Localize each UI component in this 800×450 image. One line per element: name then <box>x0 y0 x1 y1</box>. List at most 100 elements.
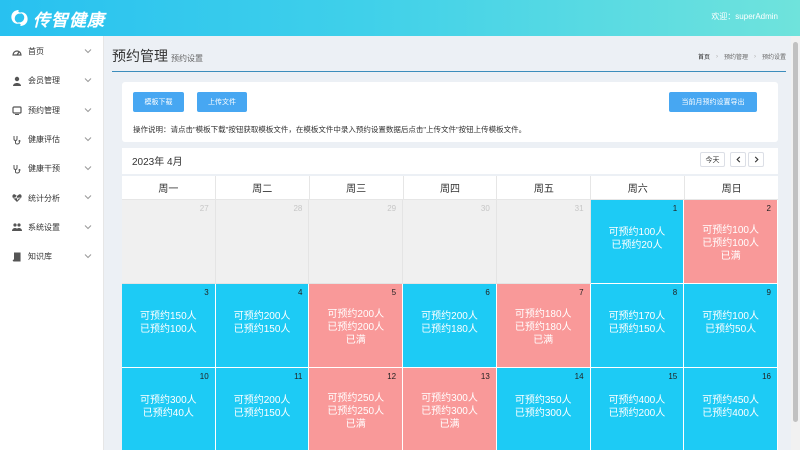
chevron-down-icon <box>84 78 92 83</box>
day-booking-info: 可预约200人 已预约150人 <box>216 394 309 420</box>
calendar-day-cell[interactable]: 11 可预约200人 已预约150人 <box>215 368 310 450</box>
sidebar-item-home[interactable]: 首页 <box>0 37 103 66</box>
booking-line: 可预约200人 <box>327 309 385 320</box>
page-title-text: 预约管理 <box>112 48 168 64</box>
booking-line: 已满 <box>345 419 366 430</box>
sidebar-item-members[interactable]: 会员管理 <box>0 66 103 95</box>
title-divider <box>112 71 786 72</box>
breadcrumb-appointments: 预约管理 <box>723 55 748 61</box>
booking-line: 已预约50人 <box>705 324 757 335</box>
today-button[interactable]: 今天 <box>700 152 725 167</box>
calendar-day-cell[interactable]: 29 <box>309 200 404 284</box>
sidebar-item-statistics[interactable]: 统计分析 <box>0 183 103 212</box>
logo-text: 传智健康 <box>33 10 105 31</box>
booking-line: 可预约350人 <box>514 395 572 406</box>
sidebar-item-knowledge-base[interactable]: 知识库 <box>0 242 103 271</box>
calendar-day-cell[interactable]: 14 可预约350人 已预约300人 <box>496 368 591 450</box>
upload-file-button[interactable]: 上传文件 <box>197 92 247 112</box>
day-number: 11 <box>294 372 303 381</box>
stethoscope-icon <box>13 164 21 174</box>
next-month-button[interactable] <box>748 152 764 167</box>
breadcrumb-home[interactable]: 首页 <box>698 52 710 61</box>
dashboard-icon <box>12 50 22 56</box>
page-scrollbar[interactable] <box>791 36 800 450</box>
booking-line: 已预约20人 <box>611 240 663 251</box>
calendar-day-cell[interactable]: 16 可预约450人 已预约400人 <box>684 368 778 450</box>
booking-line: 可预约450人 <box>702 395 759 406</box>
sidebar-item-label: 健康评估 <box>28 135 60 145</box>
calendar-day-cell[interactable]: 27 <box>122 200 216 284</box>
calendar-toolbar: 2023年 4月 今天 <box>122 148 778 174</box>
booking-line: 已预约200人 <box>608 408 666 419</box>
breadcrumb-current: 预约设置 <box>761 55 786 61</box>
calendar-day-cell[interactable]: 4 可预约200人 已预约150人 <box>215 284 310 368</box>
booking-line: 已预约100人 <box>702 238 759 249</box>
user-icon <box>13 76 21 86</box>
day-number: 4 <box>297 288 303 297</box>
booking-line: 可预约170人 <box>608 311 666 322</box>
day-booking-info: 可预约300人 已预约40人 <box>122 394 215 420</box>
calendar-day-cell[interactable]: 6 可预约200人 已预约180人 <box>403 284 497 368</box>
calendar-day-cell[interactable]: 15 可预约400人 已预约200人 <box>590 368 685 450</box>
prev-month-button[interactable] <box>730 152 746 167</box>
chevron-down-icon <box>84 137 92 142</box>
day-booking-info: 可预约180人 已预约180人 已满 <box>497 308 590 347</box>
calendar-day-cell[interactable]: 1 可预约100人 已预约20人 <box>590 200 685 284</box>
heartbeat-icon <box>12 194 22 203</box>
calendar-day-cell[interactable]: 31 <box>496 200 591 284</box>
calendar-day-cell[interactable]: 5 可预约200人 已预约200人 已满 <box>309 284 404 368</box>
calendar-day-cell[interactable]: 8 可预约170人 已预约150人 <box>590 284 685 368</box>
swirl-logo-icon <box>11 10 28 26</box>
day-booking-info: 可预约170人 已预约150人 <box>591 310 684 336</box>
breadcrumb-separator-icon: › <box>753 53 756 60</box>
day-booking-info: 可预约150人 已预约100人 <box>122 310 215 336</box>
weekday-label: 周六 <box>591 176 686 199</box>
calendar-day-cell[interactable]: 30 <box>403 200 497 284</box>
day-booking-info: 可预约100人 已预约100人 已满 <box>684 224 777 263</box>
day-number: 7 <box>579 288 584 297</box>
export-month-button[interactable]: 当前月预约设置导出 <box>669 92 757 112</box>
book-icon <box>12 252 21 262</box>
calendar-day-cell[interactable]: 10 可预约300人 已预约40人 <box>122 368 216 450</box>
template-download-button[interactable]: 模板下载 <box>133 92 184 112</box>
calendar-day-cell[interactable]: 13 可预约300人 已预约300人 已满 <box>403 368 497 450</box>
chevron-down-icon <box>84 49 92 54</box>
day-number: 30 <box>480 204 490 213</box>
booking-line: 可预约200人 <box>233 395 291 406</box>
calendar-day-cell[interactable]: 3 可预约150人 已预约100人 <box>122 284 216 368</box>
sidebar-item-system-settings[interactable]: 系统设置 <box>0 213 103 242</box>
app-logo[interactable]: 传智健康 <box>8 7 105 31</box>
booking-line: 可预约180人 <box>514 309 572 320</box>
calendar-day-cell[interactable]: 28 <box>215 200 310 284</box>
day-number: 10 <box>199 372 209 381</box>
welcome-user[interactable]: 欢迎：superAdmin <box>711 11 778 22</box>
day-booking-info: 可预约100人 已预约20人 <box>591 226 684 252</box>
day-number: 15 <box>668 372 678 381</box>
booking-line: 已预约250人 <box>327 406 385 417</box>
booking-line: 可预约100人 <box>702 311 759 322</box>
booking-line: 可预约200人 <box>233 311 291 322</box>
calendar-day-cell[interactable]: 2 可预约100人 已预约100人 已满 <box>684 200 778 284</box>
day-number: 27 <box>199 204 209 213</box>
booking-line: 已预约300人 <box>421 406 478 417</box>
sidebar-item-appointments[interactable]: 预约管理 <box>0 96 103 125</box>
day-number: 14 <box>574 372 584 381</box>
calendar-day-cell[interactable]: 9 可预约100人 已预约50人 <box>684 284 778 368</box>
chevron-down-icon <box>84 107 92 112</box>
content-header: 预约管理 预约设置 首页 › 预约管理 › 预约设置 <box>112 44 786 72</box>
chevron-down-icon <box>84 224 92 229</box>
weekday-label: 周日 <box>721 184 742 195</box>
scrollbar-thumb[interactable] <box>793 42 798 422</box>
calendar-day-cell[interactable]: 12 可预约250人 已预约250人 已满 <box>309 368 404 450</box>
booking-line: 已预约300人 <box>514 408 572 419</box>
calendar-day-cell[interactable]: 7 可预约180人 已预约180人 已满 <box>496 284 591 368</box>
day-booking-info: 可预约200人 已预约200人 已满 <box>309 308 402 347</box>
chevron-right-icon <box>754 156 759 163</box>
sidebar-item-health-assessment[interactable]: 健康评估 <box>0 125 103 154</box>
day-booking-info: 可预约200人 已预约180人 <box>403 310 496 336</box>
day-number: 2 <box>766 204 771 213</box>
day-booking-info: 可预约300人 已预约300人 已满 <box>403 392 496 431</box>
day-number: 29 <box>387 204 397 213</box>
sidebar-item-health-intervention[interactable]: 健康干预 <box>0 154 103 183</box>
month-label: 2023年 4月 <box>132 157 183 168</box>
